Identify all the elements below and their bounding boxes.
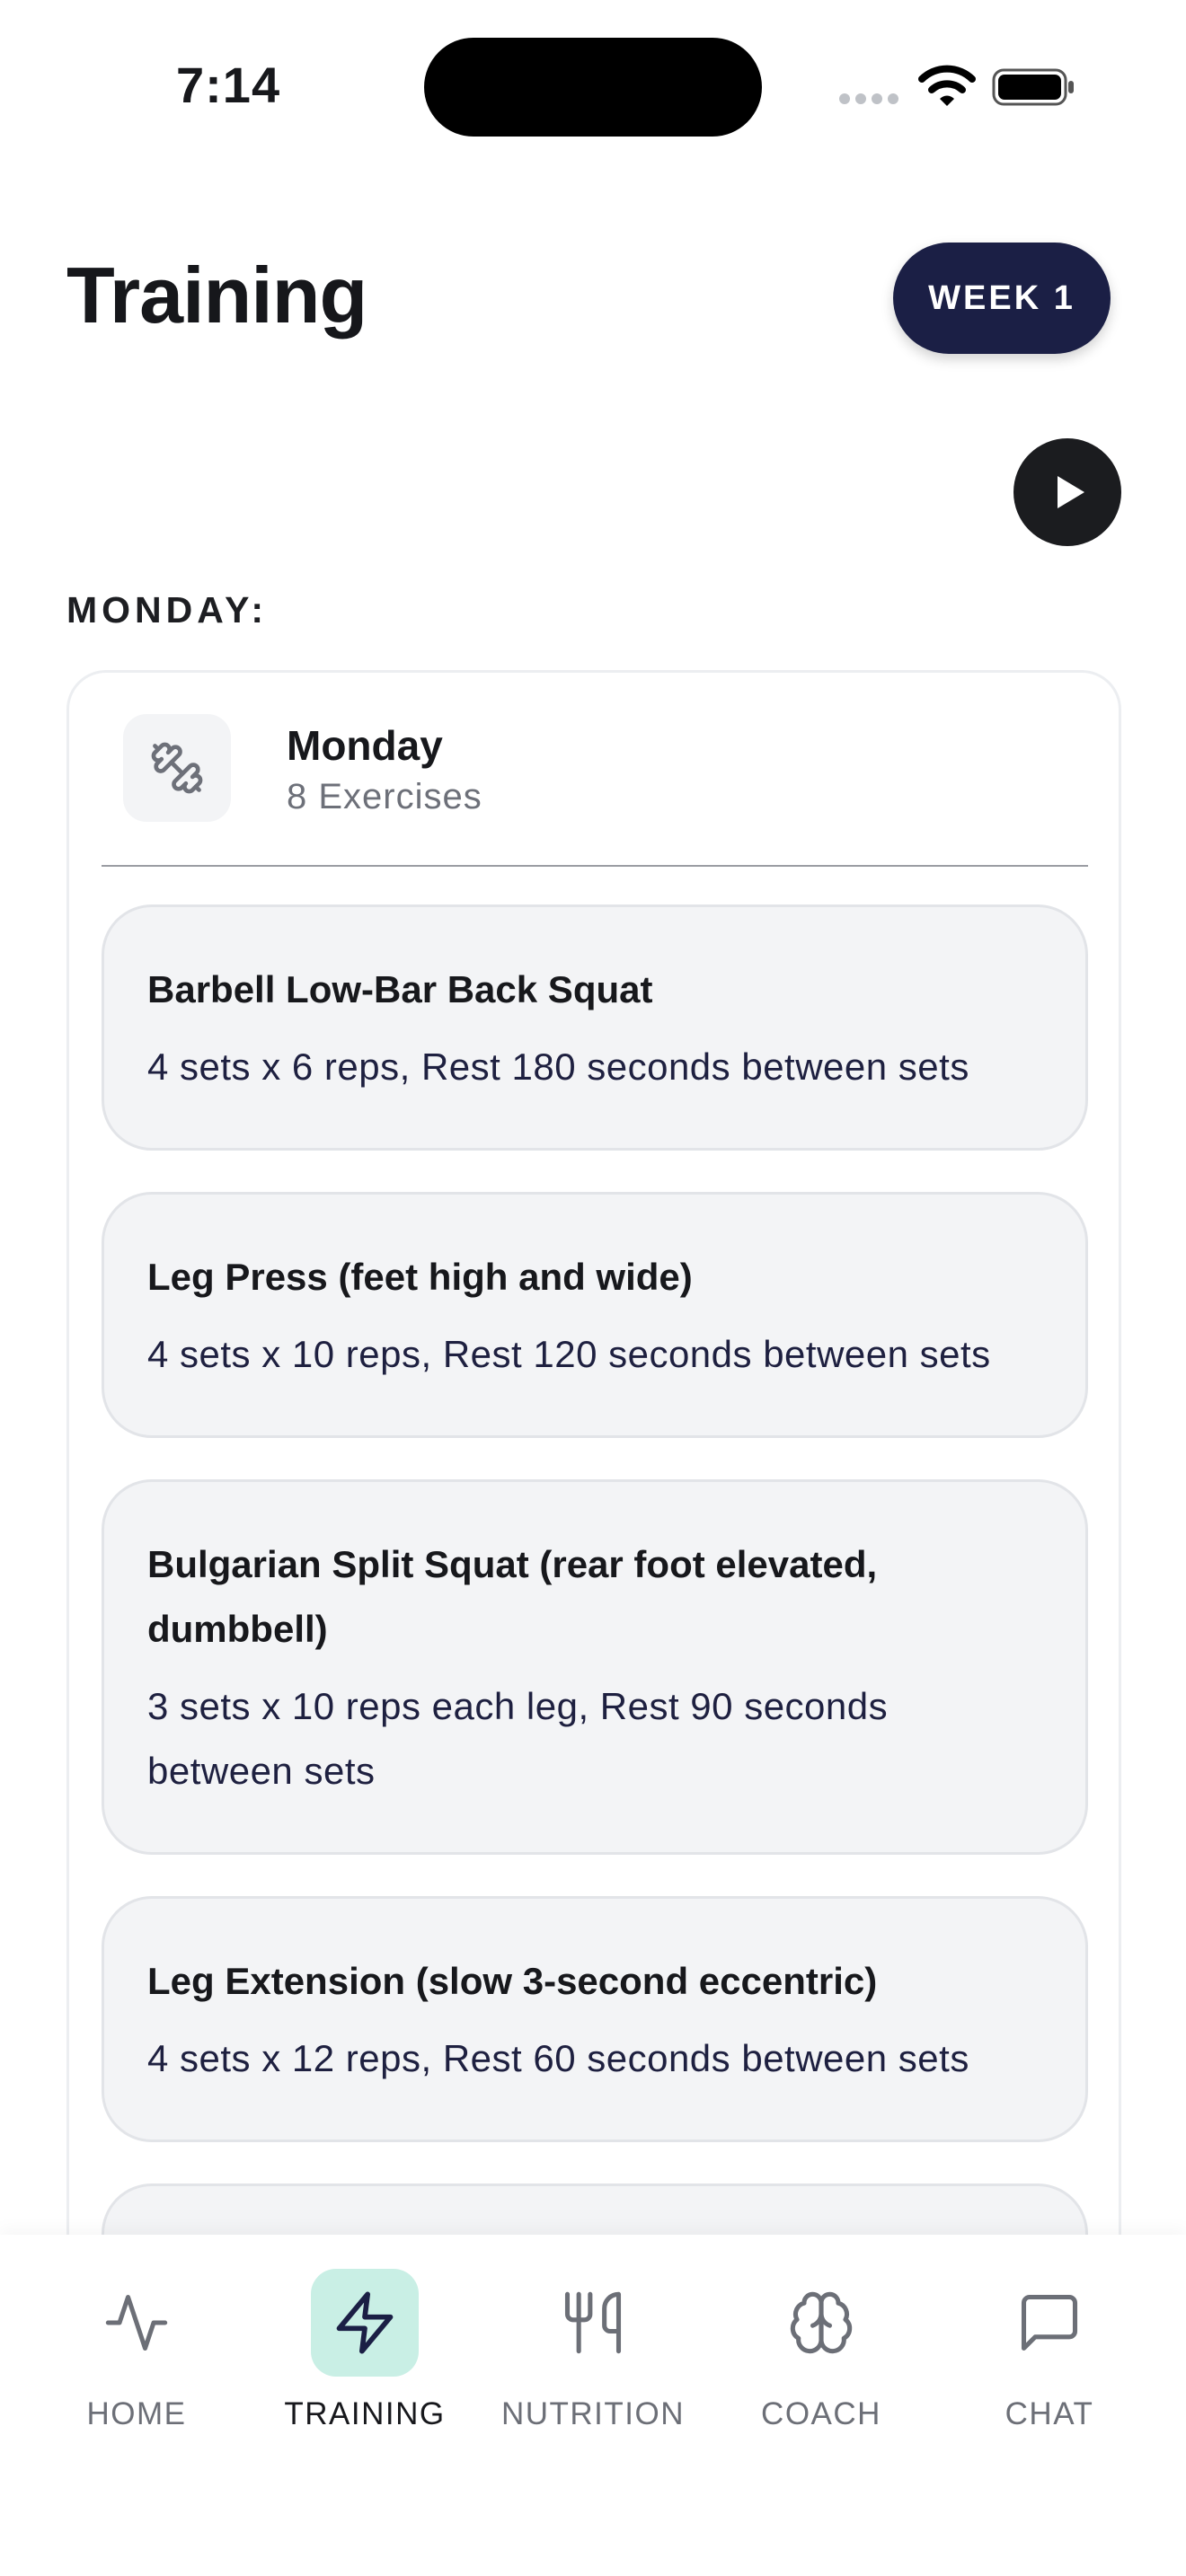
exercise-name: Barbell Low-Bar Back Squat bbox=[147, 968, 653, 1010]
tab-nutrition[interactable]: NUTRITION bbox=[485, 2269, 701, 2448]
brain-icon bbox=[790, 2291, 853, 2354]
exercise-detail: 4 sets x 12 reps, Rest 60 seconds betwee… bbox=[147, 2037, 969, 2079]
exercise-name: Leg Press (feet high and wide) bbox=[147, 1256, 693, 1298]
status-bar: 7:14 bbox=[0, 0, 1186, 171]
tab-home[interactable]: HOME bbox=[29, 2269, 244, 2448]
chat-bubble-icon bbox=[1021, 2294, 1078, 2351]
week-selector-button[interactable]: WEEK 1 bbox=[893, 243, 1111, 354]
exercise-detail: 4 sets x 10 reps, Rest 120 seconds betwe… bbox=[147, 1333, 991, 1375]
exercise-card[interactable]: Leg Extension (slow 3-second eccentric) … bbox=[102, 1896, 1088, 2142]
exercise-list: Barbell Low-Bar Back Squat 4 sets x 6 re… bbox=[102, 904, 1088, 2342]
exercise-name: Bulgarian Split Squat (rear foot elevate… bbox=[147, 1543, 878, 1650]
day-card-title: Monday bbox=[287, 722, 443, 769]
dumbbell-icon-tile bbox=[123, 714, 231, 822]
status-time: 7:14 bbox=[176, 57, 281, 113]
lightning-icon bbox=[336, 2291, 394, 2354]
tab-coach[interactable]: COACH bbox=[713, 2269, 929, 2448]
tab-label: NUTRITION bbox=[500, 2396, 686, 2431]
exercise-detail: 4 sets x 6 reps, Rest 180 seconds betwee… bbox=[147, 1045, 969, 1088]
tab-training[interactable]: TRAINING bbox=[257, 2269, 473, 2448]
tab-label: COACH bbox=[761, 2396, 881, 2431]
divider bbox=[102, 865, 1088, 867]
exercise-count: 8 Exercises bbox=[287, 777, 482, 816]
day-card-header: Monday 8 Exercises bbox=[123, 714, 1075, 840]
tab-label: HOME bbox=[86, 2396, 187, 2431]
tab-chat[interactable]: CHAT bbox=[942, 2269, 1157, 2448]
exercise-detail: 3 sets x 10 reps each leg, Rest 90 secon… bbox=[147, 1685, 889, 1792]
exercise-card[interactable]: Bulgarian Split Squat (rear foot elevate… bbox=[102, 1479, 1088, 1855]
exercise-name: Leg Extension (slow 3-second eccentric) bbox=[147, 1960, 878, 2002]
exercise-card[interactable]: Barbell Low-Bar Back Squat 4 sets x 6 re… bbox=[102, 904, 1088, 1151]
activity-icon bbox=[105, 2294, 168, 2351]
utensils-icon bbox=[564, 2291, 622, 2354]
page-title: Training bbox=[66, 251, 367, 340]
play-icon bbox=[1058, 476, 1084, 508]
battery-icon bbox=[992, 68, 1074, 106]
exercise-card[interactable]: Leg Press (feet high and wide) 4 sets x … bbox=[102, 1192, 1088, 1438]
tab-label: TRAINING bbox=[284, 2396, 446, 2431]
wifi-icon bbox=[918, 65, 976, 106]
cellular-signal-icon bbox=[839, 93, 898, 104]
day-heading: MONDAY: bbox=[66, 589, 269, 631]
dumbbell-icon bbox=[151, 742, 203, 794]
play-button[interactable] bbox=[1013, 438, 1121, 546]
dynamic-island bbox=[424, 38, 762, 137]
tab-label: CHAT bbox=[1005, 2396, 1094, 2431]
bottom-tab-bar: HOME TRAINING NUTRITION COACH CHAT bbox=[0, 2235, 1186, 2576]
